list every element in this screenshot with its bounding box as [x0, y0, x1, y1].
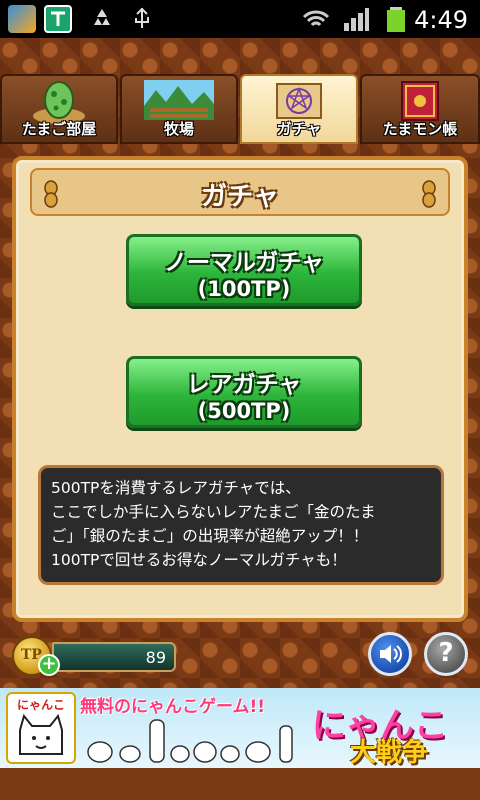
- tab-label: たまモン帳: [382, 120, 458, 138]
- tp-balance: 89: [52, 642, 176, 672]
- description-line: 100TPで回せるお得なノーマルガチャも！: [51, 551, 347, 569]
- ad-banner[interactable]: にゃんこ 無料のにゃんこゲーム!! にゃんこ 大戦争: [0, 688, 480, 768]
- gacha-panel: ガチャ ノーマルガチャ (100TP) レアガチャ (500TP) 500TPを…: [12, 156, 468, 622]
- footer-strip: [0, 768, 480, 800]
- tab-gacha[interactable]: ガチャ: [240, 74, 358, 144]
- help-label: ?: [438, 638, 454, 668]
- description-line: ここでしか手に入らないレアたまご「金のたま: [51, 503, 376, 521]
- tab-tamamon-book[interactable]: たまモン帳: [360, 74, 480, 144]
- speaker-icon: [380, 645, 402, 663]
- banner-logo: にゃんこ: [6, 692, 76, 764]
- banner-headline: 無料のにゃんこゲーム!!: [80, 697, 265, 717]
- tab-ranch[interactable]: 牧場: [120, 74, 238, 144]
- recycle-icon: [88, 5, 116, 33]
- tp-value: 89: [145, 648, 166, 667]
- tab-egg-room[interactable]: たまご部屋: [0, 74, 118, 144]
- description-line: ご」「銀のたまご」の出現率が超絶アップ！！: [51, 527, 369, 545]
- app-notification-icon: [8, 5, 36, 33]
- sound-toggle-button[interactable]: [368, 632, 412, 676]
- ornament-icon: [422, 180, 436, 208]
- signal-icon: [342, 5, 370, 33]
- shield-app-icon: [44, 5, 72, 33]
- banner-subtitle: 大戦争: [350, 738, 429, 768]
- description-line: 500TPを消費するレアガチャでは、: [51, 479, 301, 497]
- page-title: ガチャ: [201, 182, 279, 212]
- battery-icon: [382, 5, 410, 33]
- usb-icon: [128, 5, 156, 33]
- tab-label: ガチャ: [276, 120, 322, 138]
- button-cost: (500TP): [197, 399, 291, 423]
- tab-bar: たまご部屋 牧場 ガチャ たまモン帳: [0, 74, 480, 144]
- cat-army-icon: [87, 719, 293, 763]
- wifi-icon: [302, 5, 330, 33]
- rare-gacha-button[interactable]: レアガチャ (500TP): [126, 356, 362, 428]
- panel-title-bar: ガチャ: [30, 168, 450, 216]
- cat-icon: [19, 713, 63, 755]
- button-cost: (100TP): [197, 277, 291, 301]
- gacha-description: 500TPを消費するレアガチャでは、 ここでしか手に入らないレアたまご「金のたま…: [38, 465, 444, 585]
- status-bar: 4:49: [0, 0, 480, 38]
- clock: 4:49: [414, 6, 468, 34]
- button-label: レアガチャ: [186, 372, 302, 398]
- tab-label: 牧場: [163, 120, 194, 138]
- normal-gacha-button[interactable]: ノーマルガチャ (100TP): [126, 234, 362, 306]
- help-button[interactable]: ?: [424, 632, 468, 676]
- tab-label: たまご部屋: [21, 120, 97, 138]
- add-tp-button[interactable]: +: [38, 654, 60, 676]
- button-label: ノーマルガチャ: [163, 250, 325, 276]
